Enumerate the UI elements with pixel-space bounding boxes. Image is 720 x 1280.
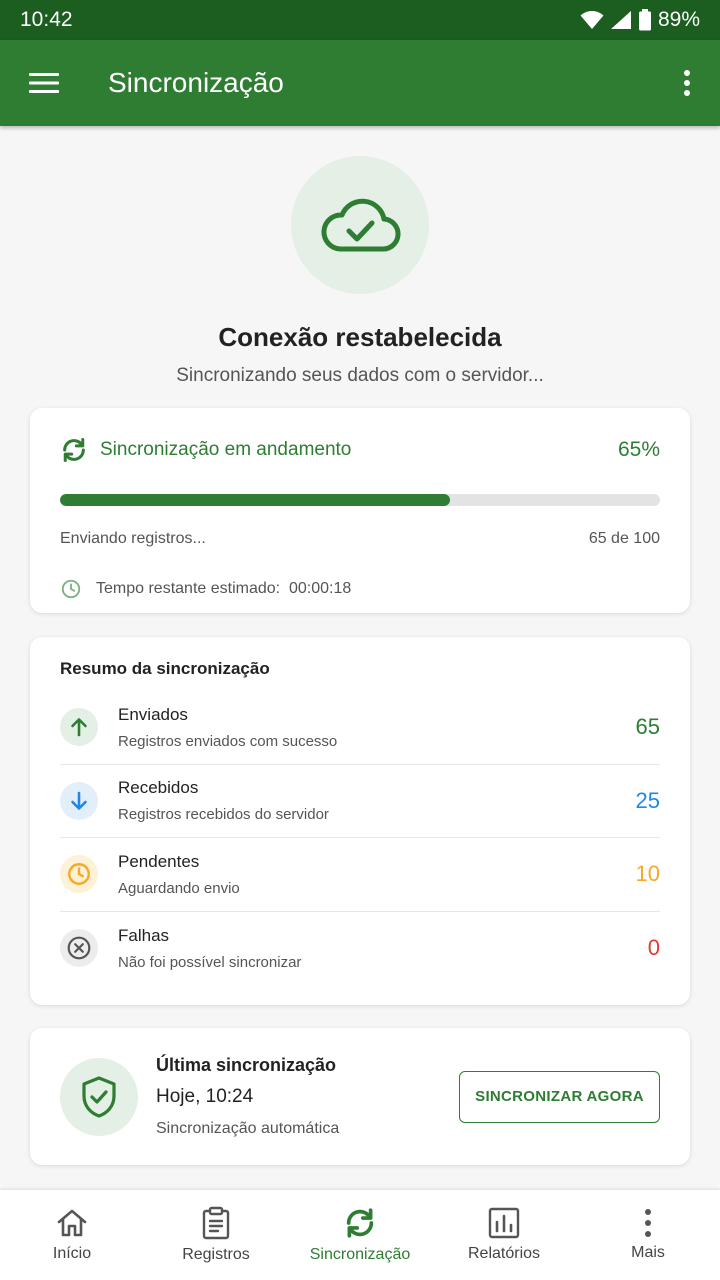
overflow-menu-button[interactable] bbox=[682, 69, 692, 97]
more-vertical-icon bbox=[645, 1209, 651, 1237]
nav-label: Sincronização bbox=[309, 1246, 411, 1263]
signal-icon bbox=[610, 11, 631, 29]
status-time: 10:42 bbox=[20, 8, 73, 31]
eta-label: Tempo restante estimado: bbox=[96, 580, 281, 597]
summary-item-pending: Pendentes Aguardando envio 10 bbox=[60, 838, 660, 912]
summary-value: 10 bbox=[635, 861, 660, 887]
summary-title: Resumo da sincronização bbox=[60, 659, 270, 678]
x-circle-icon bbox=[67, 936, 91, 960]
summary-label: Enviados bbox=[118, 704, 188, 724]
nav-item-sync[interactable]: Sincronização bbox=[288, 1190, 432, 1280]
arrow-down-icon bbox=[71, 791, 87, 810]
nav-item-home[interactable]: Início bbox=[0, 1190, 144, 1280]
nav-label: Registros bbox=[182, 1246, 250, 1263]
cloud-check-icon bbox=[321, 198, 401, 252]
last-sync-mode: Sincronização automática bbox=[156, 1120, 340, 1137]
battery-icon bbox=[638, 9, 651, 31]
nav-item-more[interactable]: Mais bbox=[576, 1190, 720, 1280]
eta-row: Tempo restante estimado: 00:00:18 bbox=[60, 578, 660, 600]
sync-progress-title: Sincronização em andamento bbox=[100, 439, 352, 460]
cloud-status-badge bbox=[291, 156, 429, 294]
status-icons: 89% bbox=[580, 8, 700, 32]
summary-value: 65 bbox=[635, 714, 660, 740]
home-icon bbox=[57, 1209, 87, 1237]
sync-summary-card: Resumo da sincronização Enviados Registr… bbox=[30, 637, 690, 1005]
sync-icon bbox=[346, 1208, 374, 1238]
sync-stage: Enviando registros... bbox=[60, 530, 206, 547]
progress-bar bbox=[60, 494, 660, 506]
shield-check-icon bbox=[82, 1075, 116, 1118]
page-title: Sincronização bbox=[108, 67, 284, 98]
connection-status: Conexão restabelecida Sincronizando seus… bbox=[0, 156, 720, 387]
summary-value: 0 bbox=[647, 935, 660, 961]
summary-desc: Registros enviados com sucesso bbox=[118, 732, 338, 750]
shield-badge bbox=[60, 1057, 138, 1136]
bottom-navigation: Início Registros Sincronização Relatório… bbox=[0, 1190, 720, 1280]
menu-button[interactable] bbox=[28, 71, 60, 95]
last-sync-card: Última sincronização Hoje, 10:24 Sincron… bbox=[30, 1028, 690, 1165]
nav-label: Mais bbox=[631, 1244, 665, 1261]
sync-now-button[interactable]: SINCRONIZAR AGORA bbox=[459, 1070, 660, 1123]
summary-value: 25 bbox=[635, 787, 660, 813]
battery-percent: 89% bbox=[657, 8, 700, 31]
arrow-up-icon bbox=[71, 718, 87, 737]
summary-item-sent: Enviados Registros enviados com sucesso … bbox=[60, 691, 660, 765]
failed-icon-badge bbox=[60, 929, 98, 968]
summary-desc: Não foi possível sincronizar bbox=[118, 953, 302, 971]
clock-icon bbox=[61, 579, 81, 599]
received-icon-badge bbox=[60, 781, 98, 820]
nav-label: Relatórios bbox=[467, 1245, 541, 1262]
nav-item-reports[interactable]: Relatórios bbox=[432, 1190, 576, 1280]
hamburger-menu-icon bbox=[29, 73, 59, 93]
pending-icon-badge bbox=[60, 855, 98, 894]
sync-progress-card: Sincronização em andamento 65% Enviando … bbox=[30, 408, 690, 613]
progress-bar-fill bbox=[60, 494, 450, 506]
summary-item-failed: Falhas Não foi possível sincronizar 0 bbox=[60, 912, 660, 986]
clipboard-icon bbox=[202, 1206, 230, 1240]
more-vertical-icon bbox=[684, 70, 690, 96]
summary-desc: Registros recebidos do servidor bbox=[118, 806, 329, 824]
summary-label: Recebidos bbox=[118, 778, 199, 798]
summary-label: Falhas bbox=[118, 925, 170, 945]
summary-item-received: Recebidos Registros recebidos do servido… bbox=[60, 765, 660, 838]
summary-label: Pendentes bbox=[118, 851, 200, 871]
last-sync-time: Hoje, 10:24 bbox=[156, 1086, 254, 1107]
connection-title: Conexão restabelecida bbox=[218, 322, 502, 352]
summary-desc: Aguardando envio bbox=[118, 879, 240, 897]
bar-chart-icon bbox=[488, 1207, 520, 1239]
status-bar: 10:42 89% bbox=[0, 0, 720, 40]
app-bar: Sincronização bbox=[0, 40, 720, 126]
sync-progress-percent: 65% bbox=[617, 438, 660, 461]
eta-value: 00:00:18 bbox=[288, 580, 352, 597]
sync-count: 65 de 100 bbox=[588, 530, 660, 547]
clock-icon bbox=[68, 863, 90, 886]
last-sync-title: Última sincronização bbox=[156, 1055, 337, 1075]
connection-subtitle: Sincronizando seus dados com o servidor.… bbox=[176, 365, 544, 386]
sent-icon-badge bbox=[60, 708, 98, 747]
sync-icon bbox=[63, 437, 85, 463]
nav-item-records[interactable]: Registros bbox=[144, 1190, 288, 1280]
nav-label: Início bbox=[52, 1245, 92, 1262]
summary-list: Enviados Registros enviados com sucesso … bbox=[60, 691, 660, 985]
wifi-icon bbox=[580, 11, 604, 29]
